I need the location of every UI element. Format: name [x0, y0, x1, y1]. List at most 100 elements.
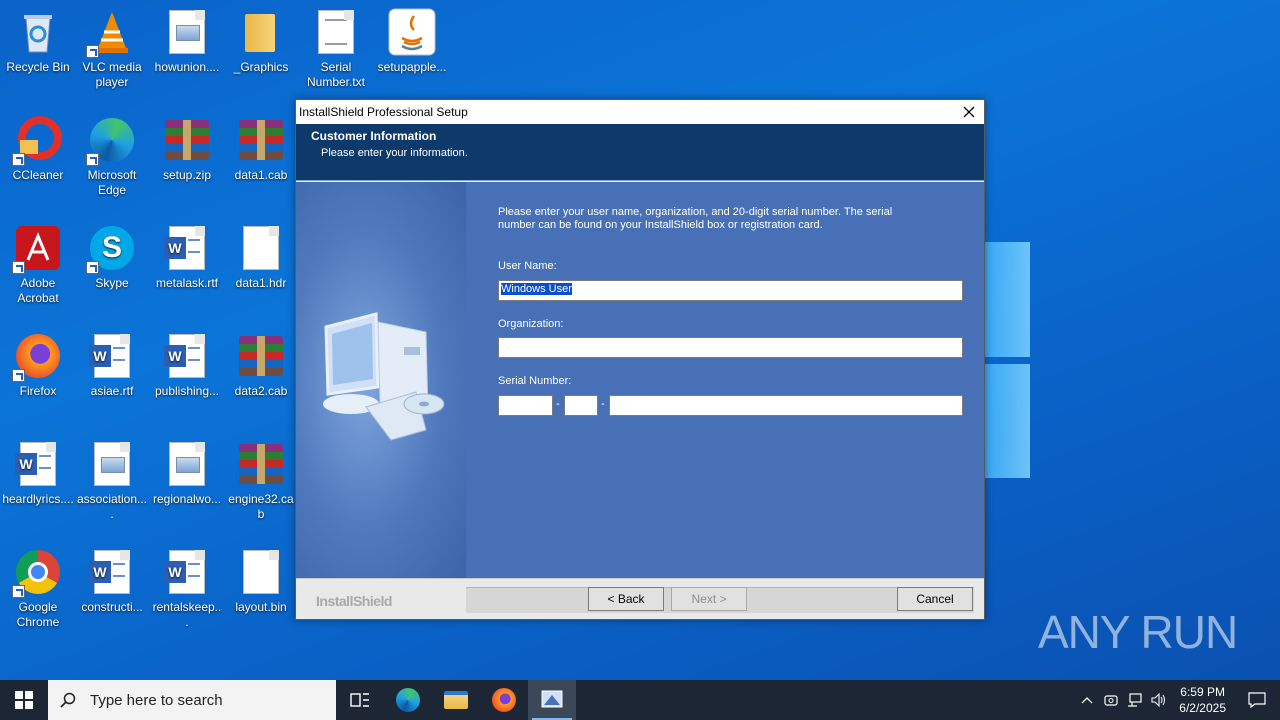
start-button[interactable] — [0, 680, 48, 720]
organization-label: Organization: — [498, 318, 564, 330]
folder-icon — [237, 8, 285, 56]
firefox-icon — [492, 688, 516, 712]
volume-button[interactable] — [1147, 680, 1171, 720]
dialog-titlebar: InstallShield Professional Setup — [296, 100, 984, 124]
installshield-dialog: InstallShield Professional Setup Custome… — [295, 99, 985, 620]
chrome-icon — [12, 548, 62, 598]
installshield-icon — [541, 690, 563, 708]
desktop-icon-ccleaner[interactable]: CCleaner — [0, 110, 76, 210]
show-hidden-icons-button[interactable] — [1075, 680, 1099, 720]
windows-logo-wallpaper — [985, 240, 1030, 480]
header-title: Customer Information — [311, 129, 437, 143]
speaker-icon — [1151, 693, 1166, 707]
text-file-icon — [312, 8, 360, 56]
desktop-icon-rentalskeep[interactable]: W rentalskeep... — [149, 542, 225, 642]
serial-separator-2: - — [601, 398, 605, 410]
task-view-button[interactable] — [336, 680, 384, 720]
desktop-icon-asiae[interactable]: W asiae.rtf — [74, 326, 150, 426]
desktop-icon-setupapple[interactable]: setupapple... — [374, 2, 450, 102]
dialog-title: InstallShield Professional Setup — [299, 105, 468, 119]
desktop-icon-metalask[interactable]: W metalask.rtf — [149, 218, 225, 318]
windows-start-icon — [15, 691, 33, 709]
cancel-button[interactable]: Cancel — [897, 587, 973, 611]
installshield-brand: InstallShield — [316, 593, 392, 609]
edge-icon — [396, 688, 420, 712]
desktop-icon-data2-cab[interactable]: data2.cab — [223, 326, 299, 426]
blank-file-icon — [237, 548, 285, 596]
system-tray: 6:59 PM 6/2/2025 — [1075, 680, 1280, 720]
blank-file-icon — [237, 224, 285, 272]
serial-number-part2-input[interactable] — [564, 395, 598, 416]
desktop-icon-howunion[interactable]: howunion.... — [149, 2, 225, 102]
desktop-icon-microsoft-edge[interactable]: Microsoft Edge — [74, 110, 150, 210]
customer-info-form: Please enter your user name, organizatio… — [466, 182, 984, 578]
desktop-icon-association[interactable]: association.... — [74, 434, 150, 534]
java-icon — [388, 8, 436, 56]
desktop-icon-data1-cab[interactable]: data1.cab — [223, 110, 299, 210]
desktop-icon-graphics-folder[interactable]: _Graphics — [223, 2, 299, 102]
taskbar-installshield-button[interactable] — [528, 680, 576, 720]
camera-icon — [1104, 695, 1118, 706]
word-document-icon: W — [14, 440, 62, 488]
form-description: Please enter your user name, organizatio… — [498, 206, 893, 231]
clock[interactable]: 6:59 PM 6/2/2025 — [1171, 684, 1234, 716]
image-file-icon — [88, 440, 136, 488]
header-subtitle: Please enter your information. — [321, 147, 468, 159]
winrar-archive-icon — [237, 116, 285, 164]
next-button[interactable]: Next > — [671, 587, 747, 611]
dialog-footer: InstallShield < Back Next > Cancel — [296, 578, 984, 619]
user-name-label: User Name: — [498, 260, 557, 272]
computer-illustration-icon — [323, 312, 445, 441]
chevron-up-icon — [1081, 697, 1093, 704]
desktop-icon-skype[interactable]: S Skype — [74, 218, 150, 318]
winrar-archive-icon — [163, 116, 211, 164]
meet-now-button[interactable] — [1099, 680, 1123, 720]
desktop-icon-constructi[interactable]: W constructi... — [74, 542, 150, 642]
desktop-icon-recycle-bin[interactable]: Recycle Bin — [0, 2, 76, 102]
edge-icon — [86, 116, 136, 166]
watermark-text: ANY RUN — [1038, 606, 1238, 658]
word-document-icon: W — [163, 548, 211, 596]
serial-number-part1-input[interactable] — [498, 395, 553, 416]
clock-time: 6:59 PM — [1180, 685, 1225, 699]
search-placeholder: Type here to search — [90, 691, 223, 709]
user-name-input[interactable]: Windows User — [498, 280, 963, 301]
desktop-icon-setup-zip[interactable]: setup.zip — [149, 110, 225, 210]
desktop-icon-firefox[interactable]: Firefox — [0, 326, 76, 426]
desktop-icon-data1-hdr[interactable]: data1.hdr — [223, 218, 299, 318]
back-button[interactable]: < Back — [588, 587, 664, 611]
close-button[interactable] — [954, 100, 984, 124]
dialog-header: Customer Information Please enter your i… — [296, 124, 984, 181]
desktop-icon-publishing[interactable]: W publishing... — [149, 326, 225, 426]
word-document-icon: W — [163, 224, 211, 272]
desktop-icon-engine32-cab[interactable]: engine32.cab — [223, 434, 299, 534]
taskbar-edge-button[interactable] — [384, 680, 432, 720]
image-file-icon — [163, 440, 211, 488]
word-document-icon: W — [88, 332, 136, 380]
organization-input[interactable] — [498, 337, 963, 358]
desktop-icon-google-chrome[interactable]: Google Chrome — [0, 542, 76, 642]
anyrun-watermark: ANY RUN — [1038, 605, 1238, 659]
dialog-body: Please enter your user name, organizatio… — [296, 182, 984, 578]
desktop-icon-regionalwo[interactable]: regionalwo... — [149, 434, 225, 534]
notification-icon — [1248, 692, 1266, 708]
setup-graphic-panel — [296, 182, 466, 578]
taskbar-search-box[interactable]: Type here to search — [48, 680, 336, 720]
skype-icon: S — [86, 224, 136, 274]
desktop-icon-adobe-acrobat[interactable]: Adobe Acrobat — [0, 218, 76, 318]
word-document-icon: W — [88, 548, 136, 596]
serial-number-label: Serial Number: — [498, 375, 572, 387]
desktop-icon-layout-bin[interactable]: layout.bin — [223, 542, 299, 642]
desktop-icon-heardlyrics[interactable]: W heardlyrics.... — [0, 434, 76, 534]
vlc-cone-icon — [86, 8, 136, 58]
serial-number-part3-input[interactable] — [609, 395, 963, 416]
folder-icon — [444, 691, 468, 709]
network-button[interactable] — [1123, 680, 1147, 720]
image-file-icon — [163, 8, 211, 56]
desktop-icon-vlc[interactable]: VLC media player — [74, 2, 150, 102]
winrar-archive-icon — [237, 440, 285, 488]
notification-center-button[interactable] — [1234, 680, 1280, 720]
taskbar-firefox-button[interactable] — [480, 680, 528, 720]
desktop-icon-serial-number-txt[interactable]: Serial Number.txt — [298, 2, 374, 102]
taskbar-file-explorer-button[interactable] — [432, 680, 480, 720]
